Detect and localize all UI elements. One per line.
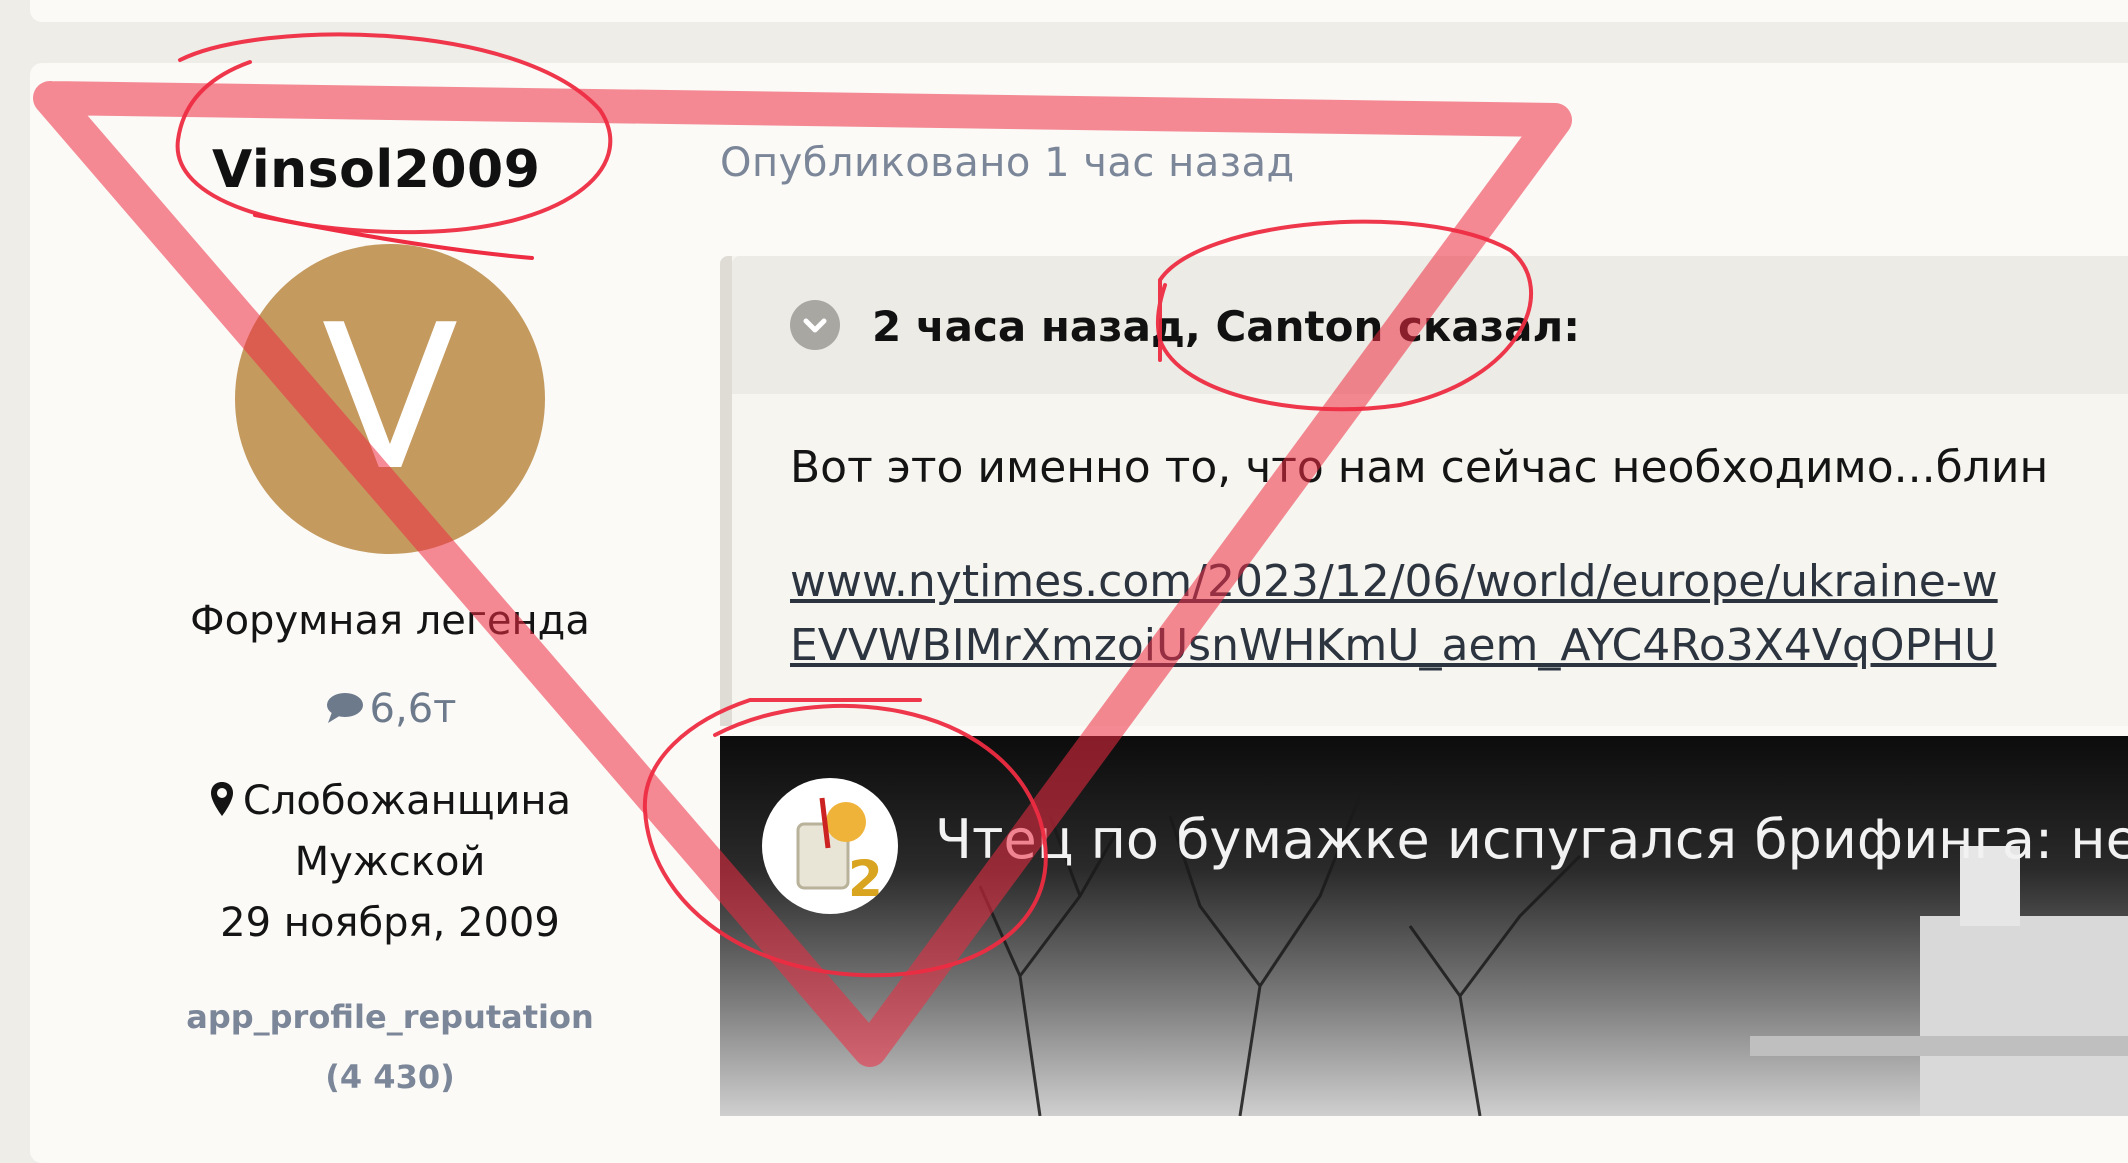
reputation-value: (4 430) xyxy=(325,1058,455,1096)
author-username[interactable]: Vinsol2009 xyxy=(212,140,540,200)
author-gender: Мужской xyxy=(294,839,486,885)
quote-citation: 2 часа назад, Canton сказал: xyxy=(872,302,1581,351)
quote-text: Вот это именно то, что нам сейчас необхо… xyxy=(790,442,2049,493)
chat-bubble-icon xyxy=(326,693,363,723)
chevron-down-icon[interactable] xyxy=(790,300,840,350)
map-pin-icon xyxy=(210,782,233,816)
previous-post-card xyxy=(30,0,2128,22)
reputation-label: app_profile_reputation xyxy=(186,998,594,1036)
quote-link-line-1[interactable]: www.nytimes.com/2023/12/06/world/europe/… xyxy=(790,556,2128,607)
quote-header[interactable]: 2 часа назад, Canton сказал: xyxy=(732,256,2128,394)
author-post-count[interactable]: 6,6т xyxy=(140,686,640,732)
channel-logo-icon[interactable]: 2 xyxy=(762,778,898,914)
quote-link-line-2[interactable]: EVVWBIMrXmzoiUsnWHKmU_aem_AYC4Ro3X4VqOPH… xyxy=(790,620,2128,671)
author-location: Слобожанщина xyxy=(140,778,640,824)
video-embed[interactable]: 2 Чтец по бумажке испугался брифинга: не xyxy=(720,736,2128,1116)
author-joined-date: 29 ноября, 2009 xyxy=(220,900,560,946)
video-thumbnail-trees xyxy=(978,795,2128,1116)
author-rank: Форумная легенда xyxy=(190,598,590,644)
post-count-value: 6,6т xyxy=(369,686,457,732)
quote-block: 2 часа назад, Canton сказал: Вот это име… xyxy=(720,256,2128,726)
avatar-letter: V xyxy=(321,282,459,515)
location-value: Слобожанщина xyxy=(242,778,572,824)
post-timestamp[interactable]: Опубликовано 1 час назад xyxy=(720,140,1295,186)
author-avatar[interactable]: V xyxy=(235,244,545,554)
video-title[interactable]: Чтец по бумажке испугался брифинга: не xyxy=(935,808,2128,871)
